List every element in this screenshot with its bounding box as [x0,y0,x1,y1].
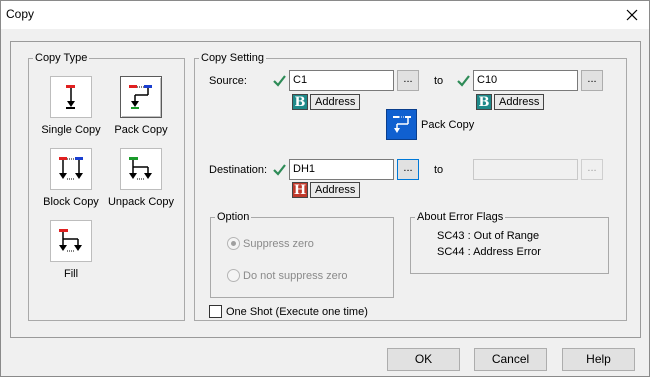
source-from-browse-button[interactable]: ... [397,70,419,91]
checkmark-icon [273,164,286,176]
option-group: Option [210,211,394,298]
destination-label: Destination: [209,164,268,176]
ok-button[interactable]: OK [387,348,460,371]
pack-copy-mode-label: Pack Copy [421,119,475,131]
source-to-browse-button[interactable]: ... [581,70,603,91]
block-copy-label: Block Copy [43,196,99,208]
option-legend: Option [215,211,252,224]
checkmark-icon [457,75,470,87]
destination-to-browse-button[interactable]: ... [581,159,603,180]
radio-empty-icon [227,269,240,282]
address-label: Address [310,94,361,110]
destination-from-browse-button[interactable]: ... [397,159,419,180]
destination-address: H Address [292,182,361,198]
fill-icon [50,220,92,262]
source-label: Source: [209,75,247,87]
source-to-address: B Address [476,94,545,110]
error-flags-legend: About Error Flags [415,211,506,224]
unpack-copy-icon [120,148,162,190]
pack-copy-icon [120,76,162,118]
checkmark-icon [273,75,286,87]
binary-badge-icon: B [476,94,492,110]
suppress-zero-option[interactable]: Suppress zero [227,237,314,250]
close-icon [626,9,638,21]
one-shot-checkbox[interactable]: One Shot (Execute one time) [209,305,368,318]
radio-selected-icon [227,237,240,250]
copy-type-legend: Copy Type [33,52,90,65]
single-copy-label: Single Copy [41,124,101,136]
no-suppress-zero-label: Do not suppress zero [243,269,348,282]
fill-tool[interactable]: Fill [31,220,111,280]
pack-copy-tool[interactable]: Pack Copy [101,76,181,136]
address-label: Address [494,94,545,110]
pack-copy-mode-icon [392,115,411,133]
unpack-copy-tool[interactable]: Unpack Copy [101,148,181,208]
close-button[interactable] [615,1,649,29]
pack-copy-indicator [386,109,417,140]
source-from-input[interactable]: C1 [289,70,394,91]
error-flag-sc43: SC43 : Out of Range [437,230,540,242]
destination-to-label: to [434,164,444,176]
cancel-button[interactable]: Cancel [474,348,547,371]
block-copy-icon [50,148,92,190]
source-from-address: B Address [292,94,361,110]
no-suppress-zero-option[interactable]: Do not suppress zero [227,269,348,282]
help-button[interactable]: Help [562,348,635,371]
single-copy-tool[interactable]: Single Copy [31,76,111,136]
unpack-copy-label: Unpack Copy [107,196,175,208]
address-label: Address [310,182,361,198]
copy-dialog: Copy Copy Type Single Copy Pack Copy Blo… [0,0,650,377]
block-copy-tool[interactable]: Block Copy [31,148,111,208]
error-flag-sc44: SC44 : Address Error [437,246,541,258]
single-copy-icon [50,76,92,118]
fill-label: Fill [63,268,79,280]
destination-from-input[interactable]: DH1 [289,159,394,180]
checkbox-icon [209,305,222,318]
source-to-input[interactable]: C10 [473,70,578,91]
binary-badge-icon: B [292,94,308,110]
window-title: Copy [6,7,35,21]
hex-badge-icon: H [292,182,308,198]
source-to-label: to [434,75,444,87]
destination-to-input[interactable] [473,159,578,180]
one-shot-label: One Shot (Execute one time) [226,305,368,318]
pack-copy-label: Pack Copy [114,124,168,136]
copy-setting-legend: Copy Setting [199,52,266,65]
suppress-zero-label: Suppress zero [243,237,314,250]
title-bar: Copy [1,1,649,29]
